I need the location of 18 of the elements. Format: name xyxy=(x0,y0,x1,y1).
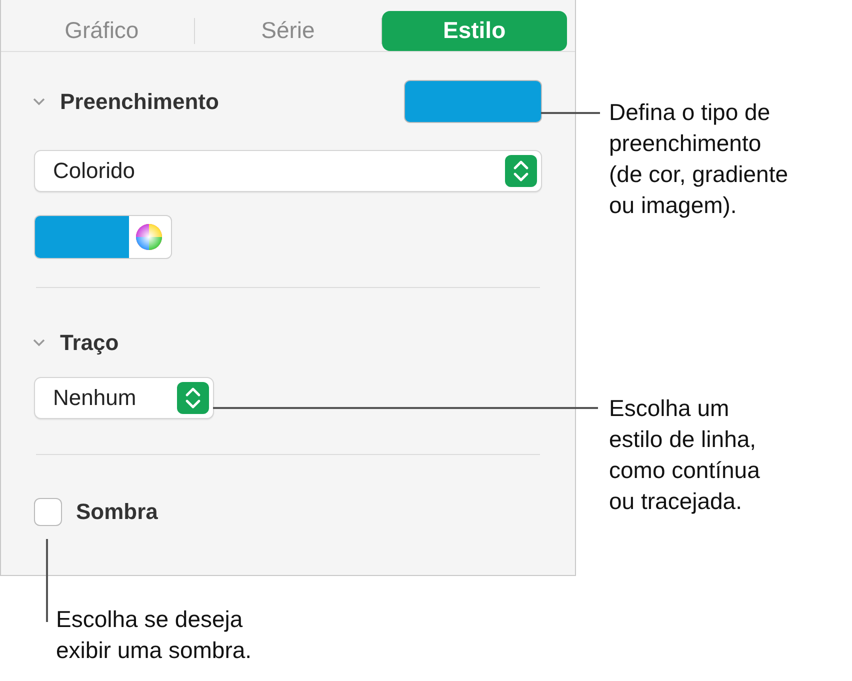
stepper-icon xyxy=(505,155,537,187)
callout-text: Escolha um estilo de linha, como contínua ou tracejada. xyxy=(609,394,760,516)
section-title: Preenchimento xyxy=(60,88,219,114)
color-well[interactable] xyxy=(34,215,172,259)
shadow-checkbox[interactable] xyxy=(34,498,62,526)
tab[interactable]: Estilo xyxy=(382,10,567,50)
fill-swatch[interactable] xyxy=(404,80,542,123)
fill-type-popup[interactable]: Colorido xyxy=(34,150,542,192)
leader-line xyxy=(541,112,600,114)
checkbox-label: Sombra xyxy=(76,499,158,525)
tab[interactable]: Série xyxy=(195,10,381,50)
tab[interactable]: Gráfico xyxy=(9,10,194,50)
color-wheel-icon xyxy=(135,223,163,251)
callout-text: Escolha se deseja exibir uma sombra. xyxy=(56,605,252,665)
stepper-icon xyxy=(177,382,209,414)
callout-text: Defina o tipo de preenchimento (de cor, gradiente ou imagem). xyxy=(609,98,788,220)
line-style-popup[interactable]: Nenhum xyxy=(34,377,214,419)
section-title: Traço xyxy=(60,330,119,356)
